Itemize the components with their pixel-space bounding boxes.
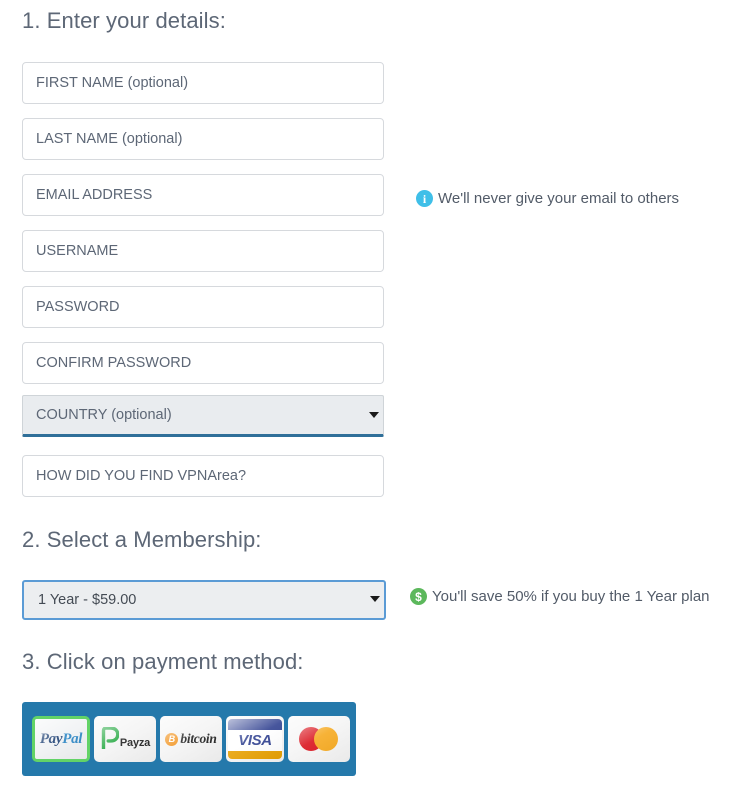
visa-logo-text: VISA	[238, 732, 272, 749]
savings-note: $ You'll save 50% if you buy the 1 Year …	[410, 588, 710, 605]
info-icon: i	[416, 190, 433, 207]
payment-method-mastercard[interactable]: Mastercard	[288, 716, 350, 762]
payza-logo-text: Payza	[119, 737, 151, 749]
payza-logo: Payza	[100, 726, 151, 751]
email-input[interactable]	[22, 174, 384, 216]
signup-page: 1. Enter your details: COUNTRY (optional…	[0, 0, 730, 788]
referral-input[interactable]	[22, 455, 384, 497]
chevron-down-icon	[369, 412, 379, 418]
payment-section-heading: 3. Click on payment method:	[22, 649, 304, 674]
payment-method-bitcoin[interactable]: B bitcoin	[160, 716, 222, 762]
password-input[interactable]	[22, 286, 384, 328]
paypal-logo: PayPal	[39, 730, 83, 747]
chevron-down-icon	[370, 596, 380, 602]
visa-card-top-band	[228, 719, 282, 730]
mastercard-icon	[299, 727, 339, 751]
payment-methods-bar: PayPal Payza B bitcoin VISA	[22, 702, 356, 776]
country-select[interactable]: COUNTRY (optional)	[22, 395, 384, 437]
first-name-input[interactable]	[22, 62, 384, 104]
payment-method-visa[interactable]: VISA	[226, 716, 284, 762]
visa-card-bottom-band	[228, 751, 282, 759]
bitcoin-logo-text: bitcoin	[180, 731, 217, 747]
membership-section-heading: 2. Select a Membership:	[22, 527, 262, 552]
email-privacy-note: i We'll never give your email to others	[416, 190, 679, 207]
paypal-logo-pay: Pay	[39, 730, 63, 747]
membership-select[interactable]: 1 Year - $59.00	[22, 580, 386, 620]
mastercard-yellow-circle	[314, 727, 338, 751]
bitcoin-mark-icon: B	[165, 732, 179, 746]
last-name-input[interactable]	[22, 118, 384, 160]
details-section-heading: 1. Enter your details:	[22, 8, 226, 33]
membership-select-value: 1 Year - $59.00	[38, 592, 137, 608]
payment-method-payza[interactable]: Payza	[94, 716, 156, 762]
email-privacy-note-text: We'll never give your email to others	[438, 190, 680, 207]
savings-note-text: You'll save 50% if you buy the 1 Year pl…	[432, 588, 710, 605]
paypal-logo-pal: Pal	[62, 730, 83, 747]
bitcoin-logo: B bitcoin	[165, 731, 217, 747]
username-input[interactable]	[22, 230, 384, 272]
payza-mark-icon	[100, 726, 120, 751]
visa-card-icon: VISA	[228, 719, 282, 759]
country-select-value: COUNTRY (optional)	[36, 407, 172, 423]
payment-method-paypal[interactable]: PayPal	[32, 716, 90, 762]
confirm-password-input[interactable]	[22, 342, 384, 384]
dollar-icon: $	[410, 588, 427, 605]
